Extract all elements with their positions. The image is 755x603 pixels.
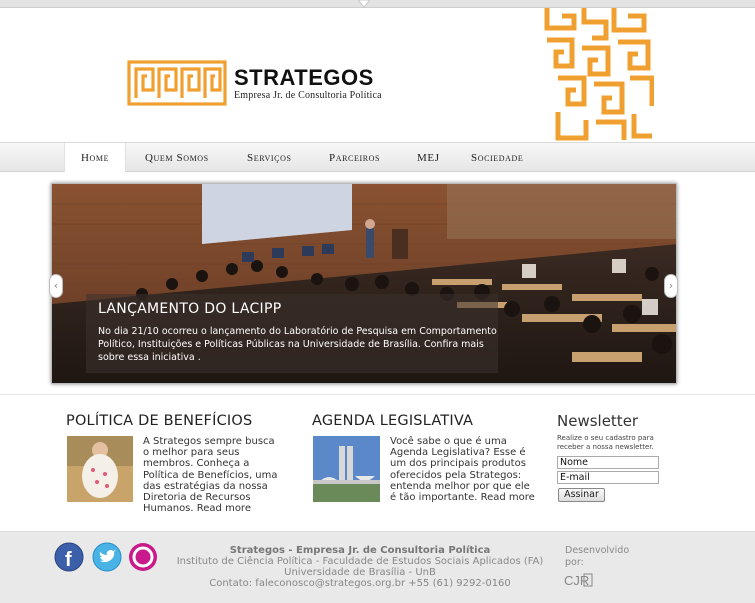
nav-item-mej[interactable]: MEJ: [417, 143, 440, 172]
beneficios-thumbnail[interactable]: [67, 436, 133, 502]
newsletter-description: Realize o seu cadastro para receber a no…: [557, 434, 654, 451]
agenda-title[interactable]: AGENDA LEGISLATIVA: [312, 413, 473, 429]
image-slider[interactable]: LANÇAMENTO DO LACIPP No dia 21/10 ocorre…: [51, 183, 677, 384]
section-divider: [0, 394, 755, 395]
agenda-read-more-link[interactable]: Read more: [481, 492, 535, 503]
nav-item-parceiros[interactable]: Parceiros: [329, 143, 380, 172]
footer-institute: Instituto de Ciência Política - Faculdad…: [176, 556, 544, 567]
nav-item-servicos[interactable]: Serviços: [247, 143, 292, 172]
chevron-left-icon: ‹: [53, 279, 59, 292]
cjr-logo-icon[interactable]: CJR: [564, 571, 594, 589]
main-nav: Home Quem Somos Serviços Parceiros MEJ S…: [0, 142, 755, 172]
newsletter-title: Newsletter: [557, 412, 639, 430]
beneficios-title[interactable]: POLÍTICA DE BENEFÍCIOS: [66, 413, 252, 429]
newsletter-name-field[interactable]: Nome: [557, 456, 659, 469]
facebook-icon[interactable]: f: [54, 542, 84, 572]
twitter-icon[interactable]: [92, 542, 122, 572]
brand-name[interactable]: STRATEGOS: [234, 65, 374, 91]
agenda-text-block: Você sabe o que é uma Agenda Legislativa…: [390, 436, 535, 503]
strategos-logo-icon[interactable]: [127, 60, 227, 106]
greek-pattern-decoration: [544, 8, 654, 141]
slider-prev-button[interactable]: ‹: [49, 274, 63, 298]
chevron-right-icon: ›: [668, 279, 674, 292]
footer-company: Strategos - Empresa Jr. de Consultoria P…: [229, 545, 491, 556]
brand-tagline: Empresa Jr. de Consultoria Política: [234, 90, 382, 101]
beneficios-text-block: A Strategos sempre busca o melhor para s…: [143, 436, 281, 514]
slide-title[interactable]: LANÇAMENTO DO LACIPP: [98, 301, 281, 317]
page: STRATEGOS Empresa Jr. de Consultoria Pol…: [0, 0, 755, 603]
beneficios-image: [67, 436, 133, 502]
site-header: STRATEGOS Empresa Jr. de Consultoria Pol…: [0, 8, 755, 142]
nav-item-sociedade[interactable]: Sociedade: [471, 143, 523, 172]
developed-by-label: Desenvolvido por:: [565, 545, 630, 568]
slide-text: No dia 21/10 ocorreu o lançamento do Lab…: [98, 326, 497, 363]
nav-item-quem-somos[interactable]: Quem Somos: [145, 143, 209, 172]
footer-university: Universidade de Brasília - UnB: [284, 567, 436, 578]
top-tab-icon[interactable]: [358, 0, 370, 8]
svg-text:f: f: [65, 549, 72, 571]
agenda-image: [313, 436, 380, 502]
footer-contact[interactable]: Contato: faleconosco@strategos.org.br +5…: [150, 578, 570, 589]
slider-next-button[interactable]: ›: [664, 274, 678, 298]
beneficios-read-more-link[interactable]: Read more: [197, 503, 251, 514]
nav-item-home[interactable]: Home: [64, 143, 126, 172]
agenda-thumbnail[interactable]: [313, 436, 380, 502]
newsletter-subscribe-button[interactable]: Assinar: [558, 488, 605, 502]
top-strip: [0, 0, 755, 8]
newsletter-email-field[interactable]: E-mail: [557, 471, 659, 484]
